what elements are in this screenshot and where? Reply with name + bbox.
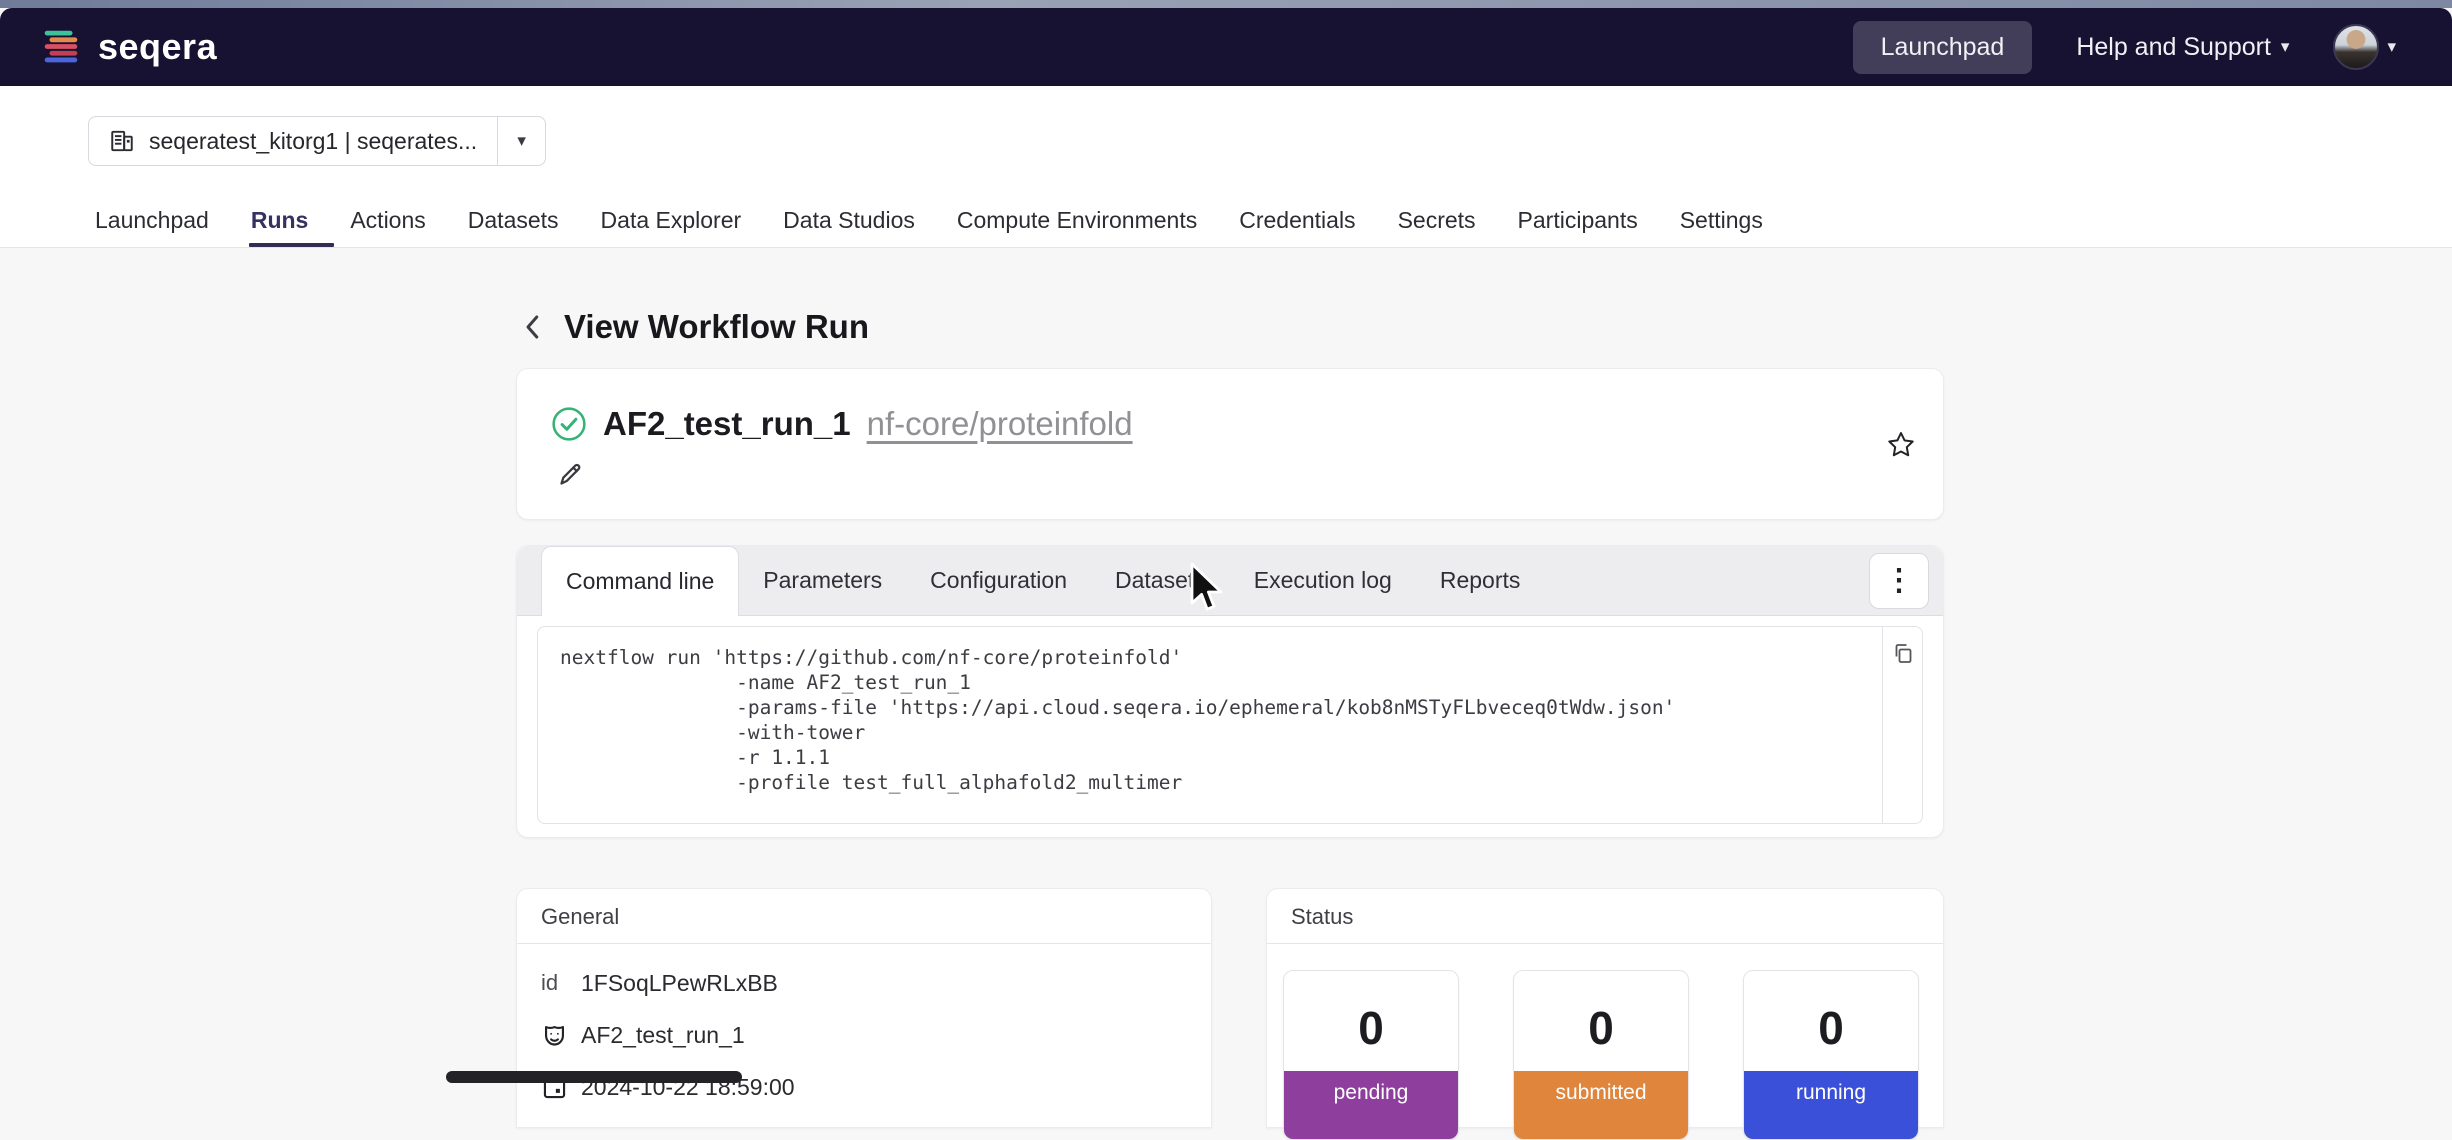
edit-run-name-icon[interactable]: [557, 461, 584, 488]
chevron-down-icon: ▾: [2387, 37, 2396, 57]
copy-icon[interactable]: [1891, 641, 1915, 667]
pending-count: 0: [1284, 1001, 1458, 1055]
tab-compute-environments[interactable]: Compute Environments: [957, 193, 1197, 247]
chevron-down-icon: ▾: [517, 131, 526, 151]
tab-reports[interactable]: Reports: [1416, 546, 1545, 615]
run-name-mask-icon: [541, 1022, 581, 1049]
status-card: Status 0 pending 0 submitted 0 running: [1266, 888, 1944, 1128]
id-label: id: [541, 970, 581, 996]
command-line-box: nextflow run 'https://github.com/nf-core…: [537, 626, 1923, 824]
workspace-selector-caret[interactable]: ▾: [497, 117, 545, 165]
run-id-value: 1FSoqLPewRLxBB: [581, 970, 778, 997]
run-name-value: AF2_test_run_1: [581, 1022, 745, 1049]
tab-runs[interactable]: Runs: [251, 193, 309, 247]
status-box-submitted: 0 submitted: [1513, 970, 1689, 1140]
submitted-count: 0: [1514, 1001, 1688, 1055]
workspace-tabs: Launchpad Runs Actions Datasets Data Exp…: [95, 193, 1763, 247]
run-detail-card: Command line Parameters Configuration Da…: [516, 545, 1944, 838]
tab-execution-log[interactable]: Execution log: [1230, 546, 1416, 615]
tab-launchpad[interactable]: Launchpad: [95, 193, 209, 247]
status-box-pending: 0 pending: [1283, 970, 1459, 1140]
user-menu[interactable]: ▾: [2333, 24, 2396, 70]
tab-command-line[interactable]: Command line: [541, 546, 739, 616]
run-summary-card: AF2_test_run_1 nf-core/proteinfold: [516, 368, 1944, 520]
seqera-logo[interactable]: seqera: [38, 24, 217, 70]
tab-datasets[interactable]: Datasets: [468, 193, 559, 247]
general-card-title: General: [517, 889, 1211, 944]
general-row-id: id 1FSoqLPewRLxBB: [541, 964, 1187, 1002]
avatar: [2333, 24, 2379, 70]
submitted-label: submitted: [1555, 1081, 1646, 1104]
workspace-selector[interactable]: seqeratest_kitorg1 | seqerates... ▾: [88, 116, 546, 166]
tab-run-datasets[interactable]: Datasets: [1091, 546, 1230, 615]
running-label: running: [1796, 1081, 1866, 1104]
organization-icon: [109, 128, 135, 154]
general-card: General id 1FSoqLPewRLxBB AF2_test_run_1: [516, 888, 1212, 1128]
tab-actions[interactable]: Actions: [350, 193, 425, 247]
pipeline-link[interactable]: nf-core/proteinfold: [867, 405, 1133, 443]
status-box-running: 0 running: [1743, 970, 1919, 1140]
dock-strip: [446, 1071, 742, 1083]
pending-label: pending: [1334, 1081, 1409, 1104]
brand-name: seqera: [98, 26, 217, 68]
command-line-text: nextflow run 'https://github.com/nf-core…: [538, 627, 1882, 823]
run-name: AF2_test_run_1: [603, 405, 851, 443]
chevron-down-icon: ▾: [2281, 37, 2290, 57]
run-options-menu-button[interactable]: ⋮: [1869, 553, 1929, 609]
seqera-logo-icon: [38, 24, 84, 70]
pending-band: pending: [1284, 1071, 1458, 1140]
general-row-run-name: AF2_test_run_1: [541, 1016, 1187, 1054]
tab-configuration[interactable]: Configuration: [906, 546, 1091, 615]
tab-secrets[interactable]: Secrets: [1398, 193, 1476, 247]
launchpad-button[interactable]: Launchpad: [1853, 21, 2033, 74]
kebab-icon: ⋮: [1884, 566, 1914, 596]
help-and-support-menu[interactable]: Help and Support ▾: [2076, 33, 2289, 62]
tab-participants[interactable]: Participants: [1518, 193, 1638, 247]
back-button[interactable]: [522, 310, 548, 344]
window-top-edge: [0, 0, 2452, 8]
tab-parameters[interactable]: Parameters: [739, 546, 906, 615]
tab-credentials[interactable]: Credentials: [1239, 193, 1355, 247]
copy-rail: [1882, 627, 1922, 823]
tab-settings[interactable]: Settings: [1680, 193, 1763, 247]
tab-data-studios[interactable]: Data Studios: [783, 193, 915, 247]
run-detail-tabs: Command line Parameters Configuration Da…: [517, 546, 1943, 616]
help-and-support-label: Help and Support: [2076, 33, 2271, 62]
submitted-band: submitted: [1514, 1071, 1688, 1140]
running-count: 0: [1744, 1001, 1918, 1055]
star-run-icon[interactable]: [1885, 429, 1917, 461]
top-navbar: seqera Launchpad Help and Support ▾ ▾: [0, 8, 2452, 86]
running-band: running: [1744, 1071, 1918, 1140]
tab-data-explorer[interactable]: Data Explorer: [601, 193, 742, 247]
workspace-bar: seqeratest_kitorg1 | seqerates... ▾ Laun…: [0, 86, 2452, 248]
status-card-title: Status: [1267, 889, 1943, 944]
workspace-selector-label: seqeratest_kitorg1 | seqerates...: [149, 128, 477, 155]
page-title: View Workflow Run: [564, 308, 869, 346]
success-check-icon: [551, 406, 587, 442]
